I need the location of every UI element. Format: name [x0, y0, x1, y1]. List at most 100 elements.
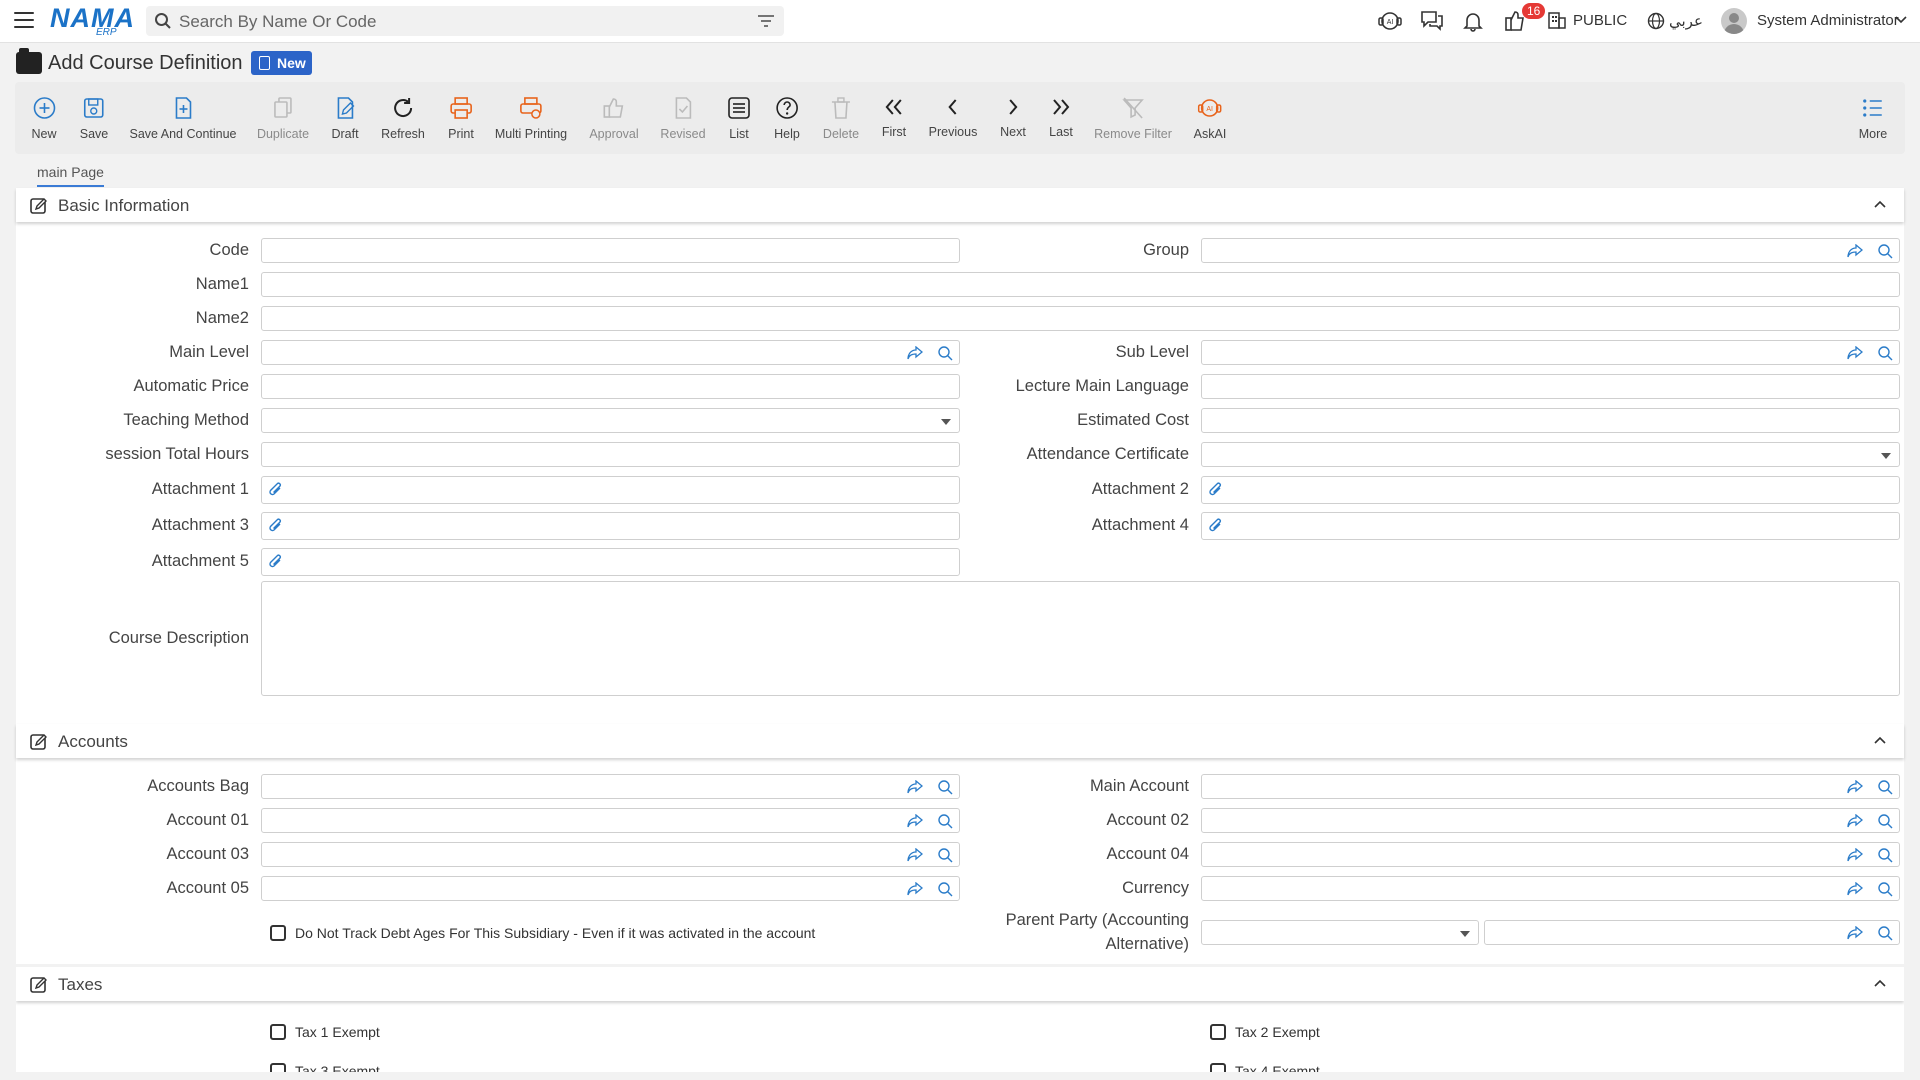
search-icon[interactable] [1877, 779, 1893, 795]
tax2-exempt-checkbox[interactable] [1210, 1024, 1226, 1040]
main-level-field[interactable] [261, 340, 960, 365]
save-and-continue-button[interactable]: Save And Continue [129, 96, 237, 143]
chat-icon[interactable] [1420, 10, 1444, 32]
tax4-exempt-checkbox[interactable] [1210, 1063, 1226, 1072]
last-button[interactable]: Last [1049, 96, 1073, 141]
share-icon[interactable] [1847, 848, 1863, 862]
session-hours-field[interactable] [261, 442, 960, 467]
share-icon[interactable] [907, 848, 923, 862]
name1-field[interactable] [261, 272, 1900, 297]
first-button[interactable]: First [882, 96, 906, 141]
currency-field[interactable] [1201, 876, 1900, 901]
estimated-cost-field[interactable] [1201, 408, 1900, 433]
next-button[interactable]: Next [1000, 96, 1026, 141]
remove-filter-button[interactable]: Remove Filter [1094, 96, 1172, 143]
share-icon[interactable] [1847, 346, 1863, 360]
parent-party-type-select[interactable] [1201, 920, 1479, 945]
share-icon[interactable] [1847, 244, 1863, 258]
multi-printing-button[interactable]: Multi Printing [495, 96, 567, 143]
attachment5-field[interactable] [261, 548, 960, 576]
chevron-up-icon[interactable] [1874, 979, 1886, 987]
share-icon[interactable] [1847, 814, 1863, 828]
user-name[interactable]: System Administrator [1757, 12, 1899, 29]
delete-button[interactable]: Delete [823, 96, 859, 143]
search-icon[interactable] [937, 847, 953, 863]
share-icon[interactable] [907, 780, 923, 794]
attachment1-field[interactable] [261, 476, 960, 504]
main-account-field[interactable] [1201, 774, 1900, 799]
tax1-exempt-checkbox[interactable] [270, 1024, 286, 1040]
account05-field[interactable] [261, 876, 960, 901]
share-icon[interactable] [1847, 780, 1863, 794]
name2-field[interactable] [261, 306, 1900, 331]
share-icon[interactable] [907, 882, 923, 896]
sub-level-field[interactable] [1201, 340, 1900, 365]
search-icon[interactable] [1877, 925, 1893, 941]
list-button[interactable]: List [727, 96, 751, 143]
account03-field[interactable] [261, 842, 960, 867]
search-icon[interactable] [1877, 847, 1893, 863]
group-field[interactable] [1201, 238, 1900, 263]
language-switch[interactable]: عربي [1669, 12, 1703, 30]
automatic-price-field[interactable] [261, 374, 960, 399]
search-icon[interactable] [1877, 345, 1893, 361]
attendance-certificate-select[interactable] [1201, 442, 1900, 467]
previous-button[interactable]: Previous [929, 96, 977, 141]
approval-button[interactable]: Approval [589, 96, 639, 143]
taxes-header[interactable]: Taxes [16, 967, 1904, 1001]
accounts-header[interactable]: Accounts [16, 724, 1904, 758]
search-icon[interactable] [937, 779, 953, 795]
search-icon[interactable] [1877, 881, 1893, 897]
search-icon[interactable] [937, 345, 953, 361]
save-button[interactable]: Save [80, 96, 108, 143]
lecture-language-field[interactable] [1201, 374, 1900, 399]
app-logo[interactable]: NAMA ERP [50, 4, 134, 38]
search-icon[interactable] [937, 813, 953, 829]
help-button[interactable]: Help [774, 96, 800, 143]
chevron-up-icon[interactable] [1874, 736, 1886, 744]
search-icon[interactable] [1877, 813, 1893, 829]
paperclip-icon[interactable] [268, 481, 284, 499]
attachment2-field[interactable] [1201, 476, 1900, 504]
support-icon[interactable]: AI [1378, 10, 1402, 32]
company-selector[interactable]: PUBLIC [1573, 12, 1627, 29]
attachment4-field[interactable] [1201, 512, 1900, 540]
more-button[interactable]: More [1859, 96, 1887, 143]
teaching-method-select[interactable] [261, 408, 960, 433]
bell-icon[interactable] [1462, 10, 1484, 32]
paperclip-icon[interactable] [268, 517, 284, 535]
draft-button[interactable]: Draft [331, 96, 359, 143]
account01-field[interactable] [261, 808, 960, 833]
course-description-textarea[interactable] [261, 581, 1900, 696]
accounts-bag-field[interactable] [261, 774, 960, 799]
paperclip-icon[interactable] [1208, 481, 1224, 499]
global-search[interactable]: Search By Name Or Code [146, 6, 784, 36]
new-button[interactable]: New [31, 96, 57, 143]
tab-main-page[interactable]: main Page [37, 164, 104, 187]
share-icon[interactable] [907, 814, 923, 828]
basic-information-header[interactable]: Basic Information [16, 188, 1904, 222]
menu-icon[interactable] [14, 12, 34, 28]
refresh-button[interactable]: Refresh [381, 96, 425, 143]
paperclip-icon[interactable] [1208, 517, 1224, 535]
chevron-up-icon[interactable] [1874, 200, 1886, 208]
chevron-down-icon[interactable] [1895, 16, 1907, 24]
duplicate-button[interactable]: Duplicate [257, 96, 309, 143]
share-icon[interactable] [1847, 882, 1863, 896]
print-button[interactable]: Print [448, 96, 474, 143]
search-icon[interactable] [937, 881, 953, 897]
share-icon[interactable] [907, 346, 923, 360]
tax3-exempt-checkbox[interactable] [270, 1063, 286, 1072]
revised-button[interactable]: Revised [660, 96, 706, 143]
account04-field[interactable] [1201, 842, 1900, 867]
filter-icon[interactable] [758, 14, 774, 28]
track-debt-checkbox[interactable] [270, 925, 286, 941]
askai-button[interactable]: AI AskAI [1194, 96, 1226, 143]
share-icon[interactable] [1847, 926, 1863, 940]
code-field[interactable] [261, 238, 960, 263]
search-input[interactable]: Search By Name Or Code [179, 12, 376, 32]
search-icon[interactable] [1877, 243, 1893, 259]
attachment3-field[interactable] [261, 512, 960, 540]
account02-field[interactable] [1201, 808, 1900, 833]
avatar[interactable] [1721, 8, 1747, 34]
